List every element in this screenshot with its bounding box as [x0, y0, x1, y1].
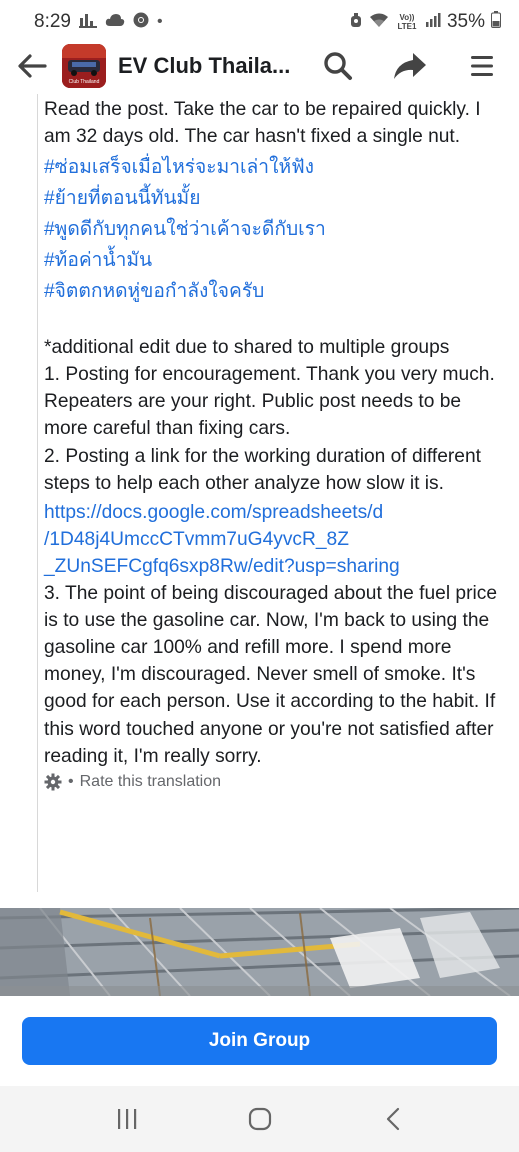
hashtag-link[interactable]: #จิตตกหดหู่ขอกำลังใจครับ: [44, 276, 498, 307]
point-two: 2. Posting a link for the working durati…: [44, 445, 481, 494]
battery-icon: [491, 11, 501, 33]
wifi-icon: [369, 12, 389, 33]
share-button[interactable]: [387, 46, 433, 86]
rate-translation-row[interactable]: • Rate this translation: [44, 773, 498, 791]
search-icon: [324, 52, 352, 80]
share-arrow-icon: [394, 53, 426, 79]
group-title[interactable]: EV Club Thaila...: [118, 53, 294, 79]
menu-button[interactable]: [459, 46, 505, 86]
signal-icon: [425, 12, 441, 32]
hashtag-link[interactable]: #ย้ายที่ตอนนี้ทันมั้ย: [44, 183, 498, 214]
point-three: 3. The point of being discouraged about …: [44, 583, 498, 767]
post-paragraph: Read the post. Take the car to be repair…: [44, 99, 481, 148]
group-avatar-label: Club Thailand: [68, 79, 100, 85]
system-nav-bar: [0, 1086, 519, 1152]
post-photo[interactable]: [0, 908, 519, 996]
spreadsheet-link-line[interactable]: /1D48j4UmccCTvmm7uG4yvcR_8Z: [44, 526, 498, 553]
status-bar: 8:29 • Vo)) LTE1 35%: [0, 0, 519, 44]
back-arrow-icon: [18, 54, 47, 78]
point-one: 1. Posting for encouragement. Thank you …: [44, 364, 495, 440]
system-back-button[interactable]: [363, 1094, 423, 1144]
recent-apps-icon: [117, 1109, 136, 1129]
clock: 8:29: [34, 11, 71, 32]
post-body: Read the post. Take the car to be repair…: [37, 94, 507, 892]
join-group-button[interactable]: Join Group: [22, 1017, 497, 1065]
recent-apps-button[interactable]: [97, 1094, 157, 1144]
spreadsheet-link[interactable]: https://docs.google.com/spreadsheets/d /…: [44, 499, 498, 580]
chevron-left-icon: [386, 1107, 399, 1131]
cloud-icon: [105, 13, 125, 32]
rate-separator: •: [68, 772, 74, 790]
notification-dot: •: [156, 13, 163, 30]
app-header: Club Thailand EV Club Thaila...: [0, 44, 519, 88]
spreadsheet-link-line[interactable]: https://docs.google.com/spreadsheets/d: [44, 499, 498, 526]
back-button[interactable]: [14, 48, 50, 84]
battery-percent: 35%: [446, 11, 485, 32]
gear-icon: [44, 773, 62, 791]
home-icon: [248, 1107, 271, 1131]
edit-note: *additional edit due to shared to multip…: [44, 337, 450, 359]
hashtag-link[interactable]: #ท้อค่าน้ำมัน: [44, 245, 498, 276]
hashtag-link[interactable]: #พูดดีกับทุกคนใช่ว่าเค้าจะดีกับเรา: [44, 214, 498, 245]
home-button[interactable]: [230, 1094, 290, 1144]
hashtag-list: #ซ่อมเสร็จเมื่อไหร่จะมาเล่าให้ฟัง #ย้ายท…: [44, 152, 498, 307]
spreadsheet-link-line[interactable]: _ZUnSEFCgfq6sxp8Rw/edit?usp=sharing: [44, 553, 498, 580]
join-bar: Join Group: [0, 996, 519, 1086]
chrome-icon: [133, 12, 149, 33]
hamburger-menu-icon: [471, 56, 493, 76]
alarm-icon: [349, 12, 363, 33]
chart-notification-icon: [78, 12, 97, 33]
search-button[interactable]: [315, 46, 361, 86]
group-avatar[interactable]: Club Thailand: [62, 44, 106, 88]
rate-translation-link[interactable]: Rate this translation: [80, 773, 221, 791]
hashtag-link[interactable]: #ซ่อมเสร็จเมื่อไหร่จะมาเล่าให้ฟัง: [44, 152, 498, 183]
volte-indicator: Vo)) LTE1: [397, 13, 417, 31]
